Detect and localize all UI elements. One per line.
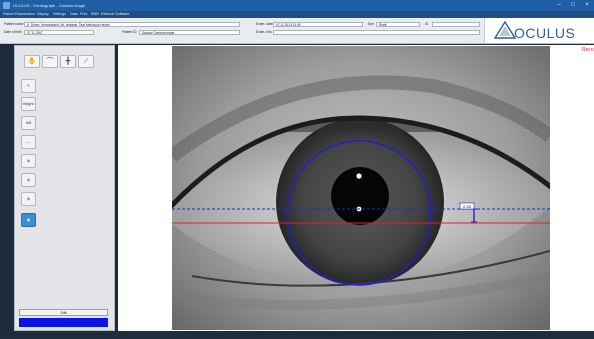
menu-patient[interactable]: Patient bbox=[3, 11, 14, 18]
menu-bar: Patient Examination Display Settings Dat… bbox=[0, 11, 594, 18]
pointer-icon: ↖ bbox=[26, 83, 31, 88]
dob-field[interactable]: 07.11.1967 bbox=[24, 30, 94, 35]
redness-tool-button[interactable]: ◉ bbox=[21, 154, 36, 168]
eye-label: Eye bbox=[368, 22, 374, 26]
title-bar: OCULUS - Keratograph - Camera Image – □ … bbox=[0, 0, 594, 11]
auto-tool-button[interactable]: AB bbox=[21, 116, 36, 130]
eye-camera-image[interactable]: 0.28 bbox=[172, 46, 550, 330]
hand-icon: ✋ bbox=[27, 58, 37, 65]
tmh-tool-button[interactable]: ◉ bbox=[21, 213, 36, 227]
menu-external-software[interactable]: External Software bbox=[101, 11, 129, 18]
pointer-tool-button[interactable]: ↖ bbox=[21, 79, 36, 93]
menu-display[interactable]: Display bbox=[37, 11, 49, 18]
exam-date-field[interactable]: 07.11.2013 13:45 bbox=[273, 22, 363, 27]
menu-settings[interactable]: Settings bbox=[53, 11, 66, 18]
oculus-logo-icon bbox=[494, 21, 516, 39]
edit-button[interactable]: Edit bbox=[19, 309, 108, 316]
exam-info-label: Exam. Info bbox=[256, 30, 272, 34]
eyelid-icon: ⌒ bbox=[46, 58, 54, 65]
close-button[interactable]: × bbox=[580, 0, 594, 11]
maximize-button[interactable]: □ bbox=[566, 0, 580, 11]
id-field[interactable] bbox=[432, 22, 480, 27]
menu-print[interactable]: Print bbox=[80, 11, 87, 18]
measurement-value: 0.28 bbox=[463, 204, 472, 209]
eye-redness-icon: ◉ bbox=[26, 158, 31, 163]
meibography-icon: ◉ bbox=[26, 177, 31, 182]
dob-label: Date of birth bbox=[4, 30, 22, 34]
oculus-logo-text: OCULUS bbox=[514, 25, 576, 41]
meibo-tool-button[interactable]: ◉ bbox=[21, 173, 36, 187]
patient-name-field[interactable]: K_Demo_Keratograph, Mr. Imaging_Tear Men… bbox=[24, 22, 240, 27]
zoom-tool-button[interactable]: Bright bbox=[21, 97, 36, 111]
app-logo-icon bbox=[3, 2, 10, 9]
eye-field[interactable]: Right bbox=[376, 22, 420, 27]
minimize-button[interactable]: – bbox=[552, 0, 566, 11]
measure-icon: ⟋ bbox=[83, 58, 89, 65]
tear-tool-button[interactable]: ◉ bbox=[21, 192, 36, 206]
patient-id-field[interactable]: Display Camera image bbox=[139, 30, 240, 35]
status-text: Reco bbox=[582, 47, 594, 53]
exam-info-field[interactable] bbox=[273, 30, 480, 35]
exam-date-label: Exam. date bbox=[256, 22, 273, 26]
crosshair-icon: ╋ bbox=[65, 58, 71, 65]
menu-data[interactable]: Data bbox=[70, 11, 78, 18]
measure-tool-button[interactable]: ⟋ bbox=[78, 55, 94, 68]
crosshair-tool-button[interactable]: ╋ bbox=[60, 55, 76, 68]
patient-name-label: Patient name bbox=[4, 22, 24, 26]
bottom-bar bbox=[0, 331, 594, 339]
id-label: ID bbox=[425, 22, 429, 26]
menu-emr[interactable]: EMR bbox=[91, 11, 99, 18]
hand-tool-button[interactable]: ✋ bbox=[24, 55, 40, 68]
window-title: OCULUS - Keratograph - Camera Image bbox=[13, 3, 86, 8]
tear-film-icon: ◉ bbox=[26, 196, 31, 201]
line-icon: --- bbox=[26, 139, 31, 144]
eye-image-svg: 0.28 bbox=[172, 46, 550, 330]
progress-bar bbox=[19, 318, 108, 327]
eyelid-tool-button[interactable]: ⌒ bbox=[42, 55, 58, 68]
tear-meniscus-icon: ◉ bbox=[26, 217, 31, 222]
patient-id-label: Patient ID bbox=[122, 30, 137, 34]
brightness-icon: Bright bbox=[23, 101, 34, 106]
auto-icon: AB bbox=[25, 120, 32, 125]
line-tool-button[interactable]: --- bbox=[21, 135, 36, 149]
menu-examination[interactable]: Examination bbox=[15, 11, 35, 18]
